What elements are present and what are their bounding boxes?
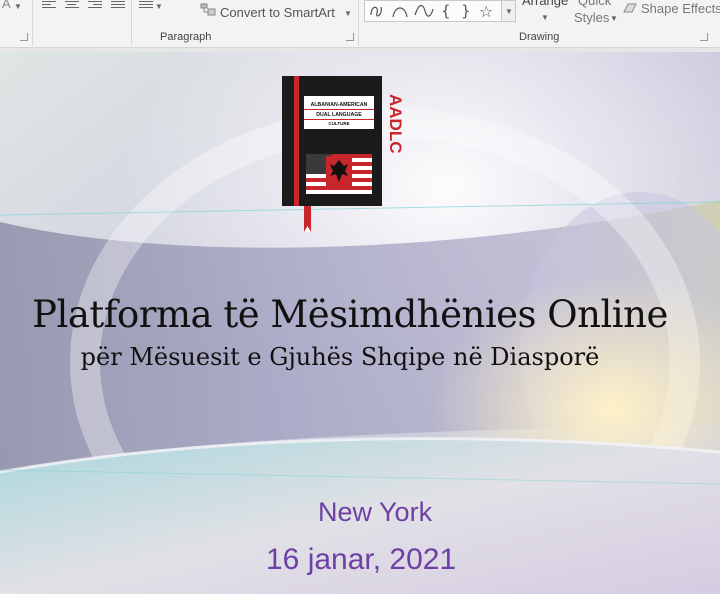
convert-to-smartart-button[interactable]: Convert to SmartArt	[220, 5, 335, 20]
align-right-icon[interactable]	[88, 1, 102, 11]
divider	[131, 0, 132, 46]
shape-effects-icon	[623, 3, 637, 13]
gallery-more-button[interactable]: ▼	[501, 1, 515, 21]
aadlc-logo: ALBANIAN-AMERICAN DUAL LANGUAGE CULTURE …	[282, 76, 412, 236]
smartart-icon	[200, 3, 216, 16]
arrange-button[interactable]: Arrange	[522, 0, 568, 8]
chevron-down-icon[interactable]: ▼	[610, 14, 618, 23]
divider	[358, 0, 359, 46]
chevron-down-icon[interactable]: ▼	[344, 9, 352, 18]
flag-icon	[306, 154, 372, 194]
logo-text-line2: DUAL LANGUAGE	[316, 112, 362, 118]
chevron-down-icon: ▼	[505, 7, 513, 16]
paragraph-dialog-launcher[interactable]	[346, 33, 354, 41]
align-left-icon[interactable]	[42, 1, 56, 11]
chevron-down-icon[interactable]: ▼	[14, 2, 22, 11]
shapes-gallery[interactable]: { } ☆ ▼	[364, 0, 516, 22]
logo-acronym: AADLC	[386, 94, 405, 154]
quick-styles-button[interactable]: Styles	[574, 10, 609, 25]
font-color-button[interactable]: A	[2, 0, 11, 11]
paragraph-group-label: Paragraph	[160, 31, 212, 43]
drawing-dialog-launcher[interactable]	[700, 33, 708, 41]
svg-text:}: }	[461, 2, 471, 20]
divider	[32, 0, 33, 46]
slide-canvas[interactable]: ALBANIAN-AMERICAN DUAL LANGUAGE CULTURE …	[0, 52, 720, 594]
chevron-down-icon[interactable]: ▼	[541, 13, 549, 22]
chevron-down-icon[interactable]: ▼	[155, 2, 163, 11]
drawing-group-label: Drawing	[519, 31, 560, 43]
quick-styles-label-1[interactable]: Quick	[578, 0, 611, 8]
logo-text-line1: ALBANIAN-AMERICAN	[311, 102, 368, 108]
svg-text:☆: ☆	[479, 2, 493, 21]
ribbon: A ▼ ▼ Convert to SmartArt ▼ Paragraph { …	[0, 0, 720, 48]
slide-location[interactable]: New York	[318, 497, 432, 528]
shapes-gallery-icons: { } ☆	[370, 2, 493, 21]
slide-date[interactable]: 16 janar, 2021	[266, 543, 456, 577]
slide-title[interactable]: Platforma të Mësimdhënies Online	[0, 293, 700, 336]
font-dialog-launcher[interactable]	[20, 33, 28, 41]
align-center-icon[interactable]	[65, 1, 79, 11]
shape-effects-button[interactable]: Shape Effects	[641, 1, 720, 16]
slide-subtitle[interactable]: për Mësuesit e Gjuhës Shqipe në Diasporë	[0, 343, 680, 371]
svg-text:{: {	[441, 2, 451, 20]
columns-icon[interactable]	[139, 1, 153, 11]
justify-icon[interactable]	[111, 1, 125, 11]
logo-text-line3: CULTURE	[328, 121, 349, 126]
